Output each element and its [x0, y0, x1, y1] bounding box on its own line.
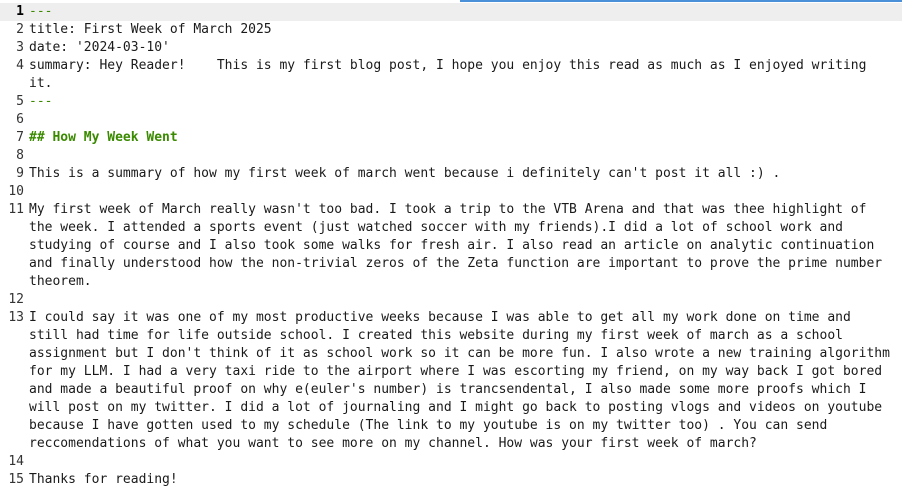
editor-line-10[interactable]: 10: [0, 183, 902, 201]
frontmatter-delimiter[interactable]: ---: [24, 93, 902, 111]
line-number: 9: [16, 166, 24, 181]
line-number: 11: [8, 202, 24, 217]
editor-line-8[interactable]: 8: [0, 147, 902, 165]
line-number: 7: [16, 130, 24, 145]
line-number: 12: [8, 292, 24, 307]
editor-line-6[interactable]: 6: [0, 111, 902, 129]
markdown-heading[interactable]: ## How My Week Went: [24, 129, 902, 147]
blank-line[interactable]: [24, 111, 902, 129]
line-number: 6: [16, 112, 24, 127]
line-number: 10: [8, 184, 24, 199]
line-number: 5: [16, 94, 24, 109]
line-number: 2: [16, 22, 24, 37]
line-number: 4: [16, 58, 24, 73]
blank-line[interactable]: [24, 291, 902, 309]
paragraph-text[interactable]: Thanks for reading!: [24, 471, 902, 489]
editor-line-4[interactable]: 4 summary: Hey Reader! This is my first …: [0, 57, 902, 93]
blank-line[interactable]: [24, 147, 902, 165]
blank-line[interactable]: [24, 453, 902, 471]
frontmatter-delimiter[interactable]: ---: [24, 3, 902, 21]
frontmatter-date[interactable]: date: '2024-03-10': [24, 39, 902, 57]
editor-line-13[interactable]: 13 I could say it was one of my most pro…: [0, 309, 902, 453]
paragraph-text[interactable]: My first week of March really wasn't too…: [24, 201, 902, 291]
editor-line-9[interactable]: 9 This is a summary of how my first week…: [0, 165, 902, 183]
editor-line-12[interactable]: 12: [0, 291, 902, 309]
line-number: 3: [16, 40, 24, 55]
tab-accent-bar: [460, 0, 902, 2]
line-number: 14: [8, 454, 24, 469]
blank-line[interactable]: [24, 183, 902, 201]
editor-line-15[interactable]: 15 Thanks for reading!: [0, 471, 902, 489]
editor-line-2[interactable]: 2 title: First Week of March 2025: [0, 21, 902, 39]
editor-line-1[interactable]: 1 ---: [0, 3, 902, 21]
line-number: 8: [16, 148, 24, 163]
editor-line-7[interactable]: 7 ## How My Week Went: [0, 129, 902, 147]
editor-line-5[interactable]: 5 ---: [0, 93, 902, 111]
frontmatter-title[interactable]: title: First Week of March 2025: [24, 21, 902, 39]
text-editor[interactable]: 1 --- 2 title: First Week of March 2025 …: [0, 0, 902, 502]
editor-line-3[interactable]: 3 date: '2024-03-10': [0, 39, 902, 57]
paragraph-text[interactable]: This is a summary of how my first week o…: [24, 165, 902, 183]
frontmatter-summary[interactable]: summary: Hey Reader! This is my first bl…: [24, 57, 902, 93]
editor-line-14[interactable]: 14: [0, 453, 902, 471]
editor-line-11[interactable]: 11 My first week of March really wasn't …: [0, 201, 902, 291]
line-number: 15: [8, 472, 24, 487]
line-number: 13: [8, 310, 24, 325]
paragraph-text[interactable]: I could say it was one of my most produc…: [24, 309, 902, 453]
line-number: 1: [16, 4, 24, 19]
